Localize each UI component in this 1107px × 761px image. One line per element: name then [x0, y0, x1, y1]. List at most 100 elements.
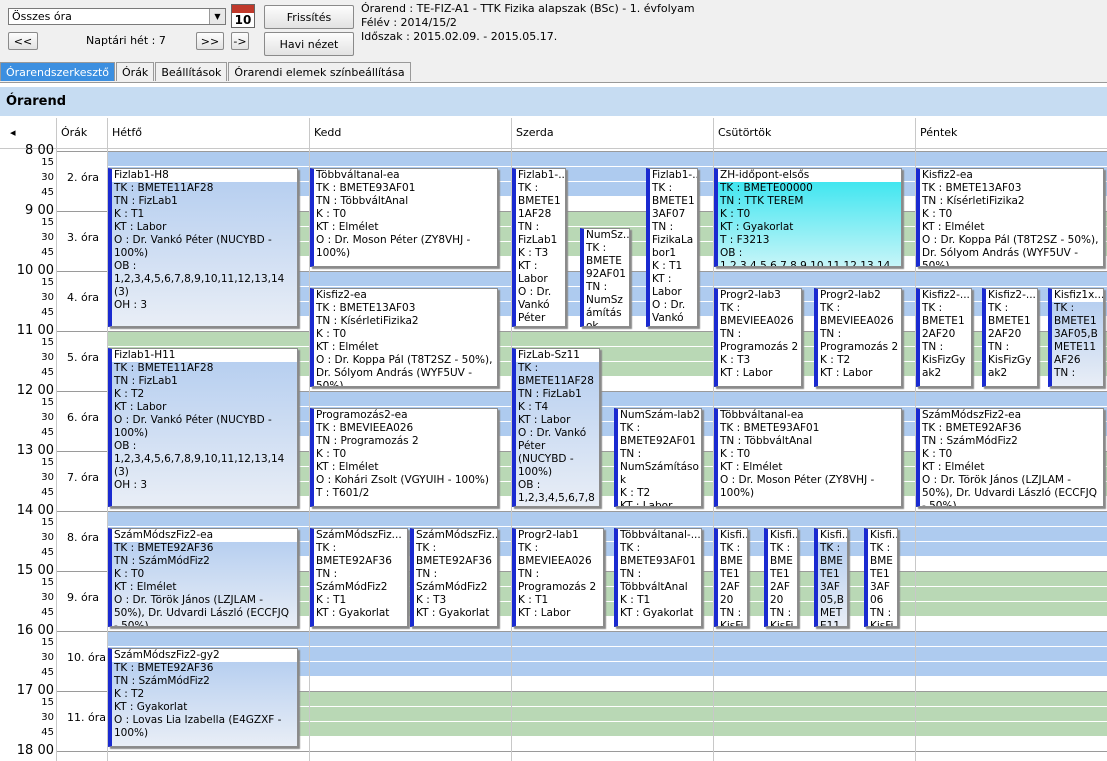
timetable-event[interactable]: NumSzám-lab2 TK : BMETE92AF01 TN : NumSz…: [614, 408, 702, 507]
timetable-grid: 8 00 9 00 10 00 11 00 12 00 13 00 14 00 15 00 16…: [0, 0, 1107, 761]
event-title: Többváltanal-ea: [314, 169, 497, 182]
timetable-event[interactable]: Kisfiz2-... TK : BMETE12AF20 TN : KisFiz…: [916, 288, 972, 387]
timetable-event[interactable]: Kisfiz2-ea TK : BMETE13AF03 TN : Kísérle…: [310, 288, 498, 387]
minute-label: 45: [41, 427, 54, 438]
ora-label: 2. óra: [67, 171, 99, 184]
timetable-event[interactable]: SzámMódszFiz... TK : BMETE92AF36 TN : Sz…: [410, 528, 498, 627]
minute-label: 30: [41, 652, 54, 663]
hour-label: 13 00: [16, 443, 54, 458]
event-title: Kisfiz2-ea: [314, 289, 497, 302]
minute-label: 15: [41, 277, 54, 288]
event-details: TK : BMEVIEEA026 TN : Programozás 2 K : …: [516, 542, 603, 626]
timetable-event[interactable]: SzámMódszFiz2-ea TK : BMETE92AF36 TN : S…: [108, 528, 298, 627]
minute-label: 15: [41, 517, 54, 528]
event-title: Kisfi...: [768, 529, 797, 542]
minute-label: 30: [41, 412, 54, 423]
minute-label: 30: [41, 712, 54, 723]
event-details: TK : BMETE13AF03 TN : KísérletiFizika2 K…: [314, 302, 497, 386]
event-details: TK : BMETE92AF01 TN : NumSzámítások K : …: [618, 422, 701, 506]
event-title: Fizlab1-...: [516, 169, 565, 182]
event-title: Többváltanal-...: [618, 529, 701, 542]
timetable-event[interactable]: Kisfiz1x... TK : BMETE13AF05,BMETE11AF26…: [1048, 288, 1104, 387]
hour-label: 8 00: [25, 143, 54, 158]
event-details: TK : BMETE13AF05,BMETE11: [818, 542, 847, 626]
minute-label: 15: [41, 397, 54, 408]
timetable-event[interactable]: Többváltanal-... TK : BMETE93AF01 TN : T…: [614, 528, 702, 627]
minute-label: 30: [41, 592, 54, 603]
event-title: Többváltanal-ea: [718, 409, 901, 422]
event-details: TK : BMETE13AF03 TN : KísérletiFizika2 K…: [920, 182, 1103, 266]
minute-label: 45: [41, 367, 54, 378]
event-title: Programozás2-ea: [314, 409, 497, 422]
timetable-event[interactable]: Kisfi... TK : BMETE13AF06 TN : KisFiz: [864, 528, 898, 627]
event-title: Kisfi...: [868, 529, 897, 542]
timetable-event[interactable]: Kisfi... TK : BMETE12AF20 TN : KisFiz: [714, 528, 748, 627]
timetable-event[interactable]: Kisfi... TK : BMETE12AF20 TN : KisFiz: [764, 528, 798, 627]
event-details: TK : BMETE93AF01 TN : TöbbváltAnal K : T…: [718, 422, 901, 506]
event-details: TK : BMETE12AF20 TN : KisFiz: [768, 542, 797, 626]
timetable-event[interactable]: Többváltanal-ea TK : BMETE93AF01 TN : Tö…: [310, 168, 498, 267]
event-title: Fizlab1-H8: [112, 169, 297, 182]
event-title: Fizlab1-...: [650, 169, 697, 182]
event-title: ZH-időpont-elsős: [718, 169, 901, 182]
timetable-event[interactable]: Fizlab1-... TK : BMETE11AF28 TN : FizLab…: [512, 168, 566, 327]
event-title: Kisfiz1x...: [1052, 289, 1103, 302]
timetable-event[interactable]: Progr2-lab2 TK : BMEVIEEA026 TN : Progra…: [814, 288, 902, 387]
ora-label: 4. óra: [67, 291, 99, 304]
minute-label: 45: [41, 607, 54, 618]
minute-label: 15: [41, 217, 54, 228]
timetable-event[interactable]: Többváltanal-ea TK : BMETE93AF01 TN : Tö…: [714, 408, 902, 507]
minute-label: 45: [41, 187, 54, 198]
event-details: TK : BMETE92AF36 TN : SzámMódFiz2 K : T0…: [112, 542, 297, 626]
ora-label: 6. óra: [67, 411, 99, 424]
event-details: TK : BMETE92AF36 TN : SzámMódFiz2 K : T2…: [112, 662, 297, 746]
minute-label: 30: [41, 172, 54, 183]
event-details: TK : BMETE92AF36 TN : SzámMódFiz2 K : T3…: [414, 542, 497, 626]
event-details: TK : BMETE13AF05,BMETE11AF26 TN :: [1052, 302, 1103, 386]
timetable-event[interactable]: FizLab-Sz11 TK : BMETE11AF28 TN : FizLab…: [512, 348, 600, 507]
minute-label: 15: [41, 637, 54, 648]
hour-label: 10 00: [16, 263, 54, 278]
ora-label: 5. óra: [67, 351, 99, 364]
minute-label: 45: [41, 547, 54, 558]
minute-label: 45: [41, 727, 54, 738]
hour-label: 16 00: [16, 623, 54, 638]
event-details: TK : BMETE12AF20 TN : KisFizGyak2: [986, 302, 1037, 386]
timetable-event[interactable]: Progr2-lab3 TK : BMEVIEEA026 TN : Progra…: [714, 288, 802, 387]
timetable-event[interactable]: SzámMódszFiz2-ea TK : BMETE92AF36 TN : S…: [916, 408, 1104, 507]
ora-label: 8. óra: [67, 531, 99, 544]
timetable-event[interactable]: Fizlab1-H8 TK : BMETE11AF28 TN : FizLab1…: [108, 168, 298, 327]
timetable-event[interactable]: Kisfiz2-ea TK : BMETE13AF03 TN : Kísérle…: [916, 168, 1104, 267]
ora-label: 9. óra: [67, 591, 99, 604]
timetable-event[interactable]: SzámMódszFiz2-gy2 TK : BMETE92AF36 TN : …: [108, 648, 298, 747]
minute-label: 45: [41, 487, 54, 498]
timetable-event[interactable]: Progr2-lab1 TK : BMEVIEEA026 TN : Progra…: [512, 528, 604, 627]
timetable-event[interactable]: Fizlab1-... TK : BMETE13AF07 TN : Fizika…: [646, 168, 698, 327]
timetable-event[interactable]: SzámMódszFiz... TK : BMETE92AF36 TN : Sz…: [310, 528, 408, 627]
event-title: SzámMódszFiz2-ea: [920, 409, 1103, 422]
timetable-event[interactable]: Kisfi... TK : BMETE13AF05,BMETE11: [814, 528, 848, 627]
hour-label: 17 00: [16, 683, 54, 698]
minute-label: 30: [41, 292, 54, 303]
timetable-event[interactable]: NumSz... TK : BMETE92AF01 TN : NumSzámít…: [580, 228, 630, 327]
minute-label: 30: [41, 352, 54, 363]
event-title: SzámMódszFiz...: [314, 529, 407, 542]
timetable-event[interactable]: Kisfiz2-... TK : BMETE12AF20 TN : KisFiz…: [982, 288, 1038, 387]
timetable-event[interactable]: Fizlab1-H11 TK : BMETE11AF28 TN : FizLab…: [108, 348, 298, 507]
ora-label: 3. óra: [67, 231, 99, 244]
timetable-event[interactable]: ZH-időpont-elsős TK : BMETE00000 TN : TT…: [714, 168, 902, 267]
event-details: TK : BMETE11AF28 TN : FizLab1 K : T4 KT …: [516, 362, 599, 506]
event-details: TK : BMETE92AF36 TN : SzámMódFiz2 K : T1…: [314, 542, 407, 626]
ora-label: 10. óra: [67, 651, 106, 664]
minute-label: 45: [41, 667, 54, 678]
timetable-event[interactable]: Programozás2-ea TK : BMEVIEEA026 TN : Pr…: [310, 408, 498, 507]
minute-label: 15: [41, 337, 54, 348]
event-title: FizLab-Sz11: [516, 349, 599, 362]
event-title: Kisfiz2-...: [920, 289, 971, 302]
event-title: Progr2-lab2: [818, 289, 901, 302]
event-title: SzámMódszFiz2-ea: [112, 529, 297, 542]
hour-label: 15 00: [16, 563, 54, 578]
event-details: TK : BMETE11AF28 TN : FizLab1 K : T2 KT …: [112, 362, 297, 506]
hour-label: 11 00: [16, 323, 54, 338]
minute-label: 30: [41, 472, 54, 483]
